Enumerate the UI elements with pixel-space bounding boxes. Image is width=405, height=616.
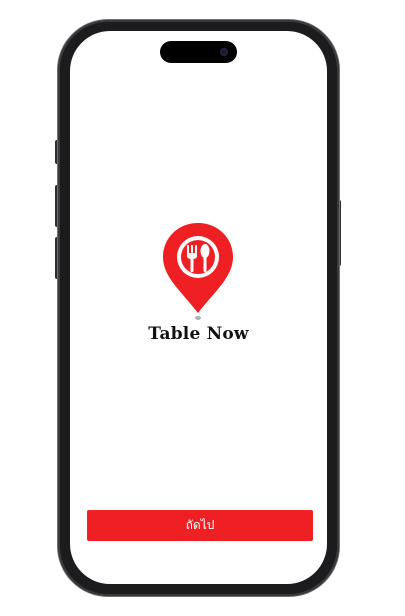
mockup-stage: Table Now ถัดไป bbox=[0, 0, 405, 616]
dynamic-island bbox=[160, 41, 237, 63]
app-title: Table Now bbox=[148, 324, 249, 344]
front-camera-icon bbox=[220, 48, 228, 56]
phone-screen: Table Now ถัดไป bbox=[70, 31, 327, 584]
map-pin-fork-spoon-icon bbox=[163, 223, 233, 320]
pin-shadow bbox=[195, 316, 201, 320]
next-button[interactable]: ถัดไป bbox=[87, 510, 313, 541]
plate-inner bbox=[181, 240, 215, 274]
